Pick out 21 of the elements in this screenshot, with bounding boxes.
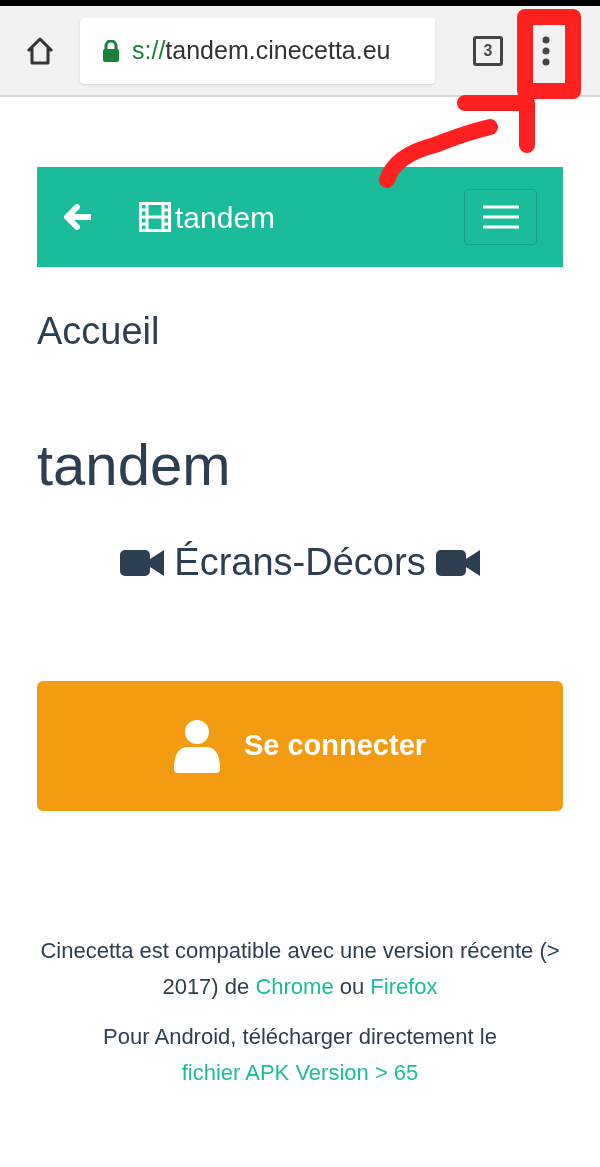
brand-link[interactable]: tandem — [139, 194, 276, 240]
text-link[interactable]: Firefox — [370, 974, 438, 999]
address-bar[interactable]: s://tandem.cinecetta.eu — [80, 17, 435, 84]
page-heading: Accueil — [37, 309, 161, 354]
menu-toggle-button[interactable] — [464, 189, 537, 245]
page-title: tandem — [37, 431, 232, 499]
text-link[interactable]: fichier APK Version > 65 — [181, 1060, 419, 1085]
menu-icon[interactable] — [541, 34, 551, 67]
url-text: s://tandem.cinecetta.eu — [132, 34, 391, 66]
hamburger-icon — [482, 205, 519, 229]
login-button[interactable]: Se connecter — [37, 681, 563, 811]
user-icon — [173, 719, 220, 773]
lock-icon — [102, 39, 120, 62]
text-link[interactable]: Chrome — [255, 974, 334, 999]
footer-note: Pour Android, télécharger directement le fichier APK Version > 65 — [102, 1023, 498, 1087]
video-camera-icon — [120, 547, 165, 578]
video-camera-icon — [435, 547, 480, 578]
subtitle: Écrans-Décors — [174, 540, 426, 585]
footer-note: Cinecetta est compatible avec une version récente (> 2017) de Chrome ou Firefox — [39, 937, 561, 1001]
tab-count[interactable]: 3 — [473, 35, 503, 66]
film-icon — [139, 202, 171, 232]
